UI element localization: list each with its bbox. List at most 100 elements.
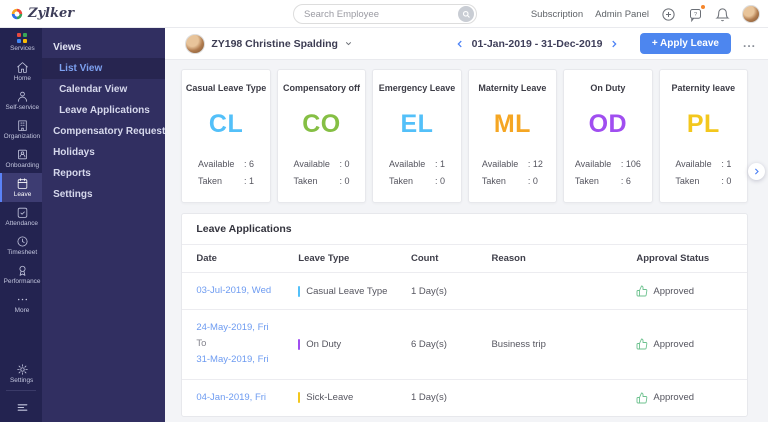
table-row[interactable]: 24-May-2019, Fri To 31-May-2019, Fri On Du… — [182, 310, 747, 380]
subnav-item-compensatory-request[interactable]: Compensatory Request — [42, 121, 165, 142]
leave-card-title: Compensatory off — [283, 83, 361, 93]
rail-item-performance[interactable]: Performance — [0, 260, 42, 289]
available-value: : 1 — [721, 159, 732, 169]
date-cell: 03-Jul-2019, Wed — [196, 273, 298, 309]
taken-value: : 0 — [434, 176, 445, 187]
count-cell: 1 Day(s) — [410, 285, 447, 297]
person-icon — [16, 90, 29, 103]
rail-item-self-service[interactable]: Self-service — [0, 86, 42, 115]
rail-item-onboarding[interactable]: Onboarding — [0, 144, 42, 173]
rail-item-timesheet[interactable]: Timesheet — [0, 231, 42, 260]
column-header-approval-status: Approval Status — [636, 253, 710, 264]
rail-item-organization[interactable]: Organization — [0, 115, 42, 144]
subnav-item-leave-applications[interactable]: Leave Applications — [42, 100, 165, 121]
taken-value: : 1 — [244, 176, 255, 187]
leave-card-ml[interactable]: Maternity Leave ML Available: 12 Taken: … — [467, 69, 558, 203]
employee-search — [293, 4, 477, 24]
apply-leave-button[interactable]: + Apply Leave — [639, 33, 731, 54]
search-input[interactable] — [294, 8, 458, 20]
rail-item-label: Services — [9, 45, 35, 52]
leave-date-link[interactable]: 04-Jan-2019, Fri — [196, 390, 298, 406]
table-row[interactable]: 03-Jul-2019, Wed Casual Leave Type 1 Day… — [182, 273, 747, 311]
taken-value: : 0 — [339, 176, 350, 187]
leave-card-code: CL — [208, 110, 244, 138]
help-chat-icon[interactable]: ? — [688, 4, 705, 22]
leave-card-pl[interactable]: Paternity leave PL Available: 1 Taken: 0 — [658, 69, 749, 203]
date-cell: 04-Jan-2019, Fri — [196, 380, 298, 416]
leave-card-cl[interactable]: Casual Leave Type CL Available: 6 Taken:… — [181, 69, 271, 203]
rail-item-services[interactable]: Services — [0, 28, 42, 57]
leave-date-link[interactable]: 31-May-2019, Fri — [196, 352, 298, 368]
plus-circle-icon[interactable] — [661, 7, 676, 22]
reason-cell — [491, 388, 636, 408]
subnav-item-settings[interactable]: Settings — [42, 184, 165, 205]
carousel-next-button[interactable] — [748, 163, 765, 180]
column-header-reason: Reason — [491, 253, 526, 264]
table-row[interactable]: 04-Jan-2019, Fri Sick-Leave 1 Day(s) App… — [182, 380, 747, 416]
rail-item-label: Home — [13, 75, 31, 82]
subnav-item-calendar-view[interactable]: Calendar View — [42, 79, 165, 100]
column-header-leave-type: Leave Type — [298, 253, 350, 264]
sidebar-collapse-button[interactable] — [0, 393, 42, 422]
employee-avatar — [185, 33, 206, 54]
employee-name: ZY198 Christine Spalding — [211, 37, 338, 50]
leave-card-title: Emergency Leave — [378, 83, 456, 93]
rail-item-label: Leave — [13, 191, 31, 198]
leave-type-label: Casual Leave Type — [306, 285, 388, 297]
date-cell: 24-May-2019, Fri To 31-May-2019, Fri — [196, 310, 298, 378]
topbar-right: Subscription Admin Panel ? — [531, 0, 760, 28]
bell-icon[interactable] — [715, 7, 730, 22]
leave-card-stats: Available: 0 Taken: 0 — [294, 156, 350, 190]
admin-panel-link[interactable]: Admin Panel — [595, 9, 649, 20]
rail-item-home[interactable]: Home — [0, 57, 42, 86]
approval-status-cell: Approved — [636, 382, 733, 414]
leave-card-title: Maternity Leave — [478, 83, 547, 93]
leave-date-link[interactable]: 03-Jul-2019, Wed — [196, 283, 298, 299]
home-icon — [16, 61, 29, 74]
rail-spacer — [0, 318, 42, 359]
date-range-label: 01-Jan-2019 - 31-Dec-2019 — [471, 37, 603, 50]
approval-status-cell: Approved — [636, 275, 733, 307]
reason-cell: Business trip — [491, 338, 546, 350]
subscription-link[interactable]: Subscription — [531, 9, 583, 20]
leave-balance-cards: Casual Leave Type CL Available: 6 Taken:… — [181, 69, 749, 203]
leave-card-co[interactable]: Compensatory off CO Available: 0 Taken: … — [276, 69, 367, 203]
leave-type-cell: Casual Leave Type — [298, 276, 411, 307]
subnav-item-reports[interactable]: Reports — [42, 163, 165, 184]
leave-card-stats: Available: 12 Taken: 0 — [482, 156, 543, 190]
available-label: Available — [293, 159, 330, 169]
leave-card-code: CO — [302, 110, 341, 138]
page-header: ZY198 Christine Spalding 01-Jan-2019 - 3… — [165, 28, 768, 60]
leave-card-title: Paternity leave — [671, 83, 736, 93]
leave-date-link[interactable]: 24-May-2019, Fri — [196, 320, 298, 336]
leave-card-code: EL — [400, 110, 434, 138]
hamburger-collapse-icon — [16, 401, 29, 414]
next-period-button[interactable] — [609, 39, 619, 49]
subnav-item-holidays[interactable]: Holidays — [42, 142, 165, 163]
leave-card-od[interactable]: On Duty OD Available: 106 Taken: 6 — [563, 69, 653, 203]
available-label: Available — [198, 159, 235, 169]
rail-item-label: Attendance — [5, 220, 39, 227]
rail-item-more[interactable]: More — [0, 289, 42, 318]
leave-card-stats: Available: 106 Taken: 6 — [575, 156, 641, 190]
leave-card-el[interactable]: Emergency Leave EL Available: 1 Taken: 0 — [372, 69, 462, 203]
rail-item-label: Settings — [10, 377, 34, 384]
user-avatar[interactable] — [742, 5, 760, 23]
available-label: Available — [675, 159, 712, 169]
rail-item-leave[interactable]: Leave — [0, 173, 43, 202]
taken-label: Taken — [388, 176, 413, 187]
subnav-item-list-view[interactable]: List View — [42, 58, 166, 79]
rail-item-settings[interactable]: Settings — [0, 359, 42, 388]
leave-card-title: Casual Leave Type — [185, 83, 267, 93]
rail-item-attendance[interactable]: Attendance — [0, 202, 42, 231]
search-icon[interactable] — [458, 6, 474, 22]
employee-selector[interactable]: ZY198 Christine Spalding — [165, 33, 353, 54]
more-options-button[interactable]: ... — [743, 37, 756, 49]
svg-text:?: ? — [694, 11, 697, 17]
prev-period-button[interactable] — [455, 39, 465, 49]
logo[interactable]: Zylker — [0, 6, 74, 21]
clock-icon — [16, 235, 29, 248]
rail-item-label: Performance — [3, 278, 41, 285]
leave-type-label: Sick-Leave — [306, 392, 354, 404]
thumbs-up-icon — [636, 392, 648, 404]
